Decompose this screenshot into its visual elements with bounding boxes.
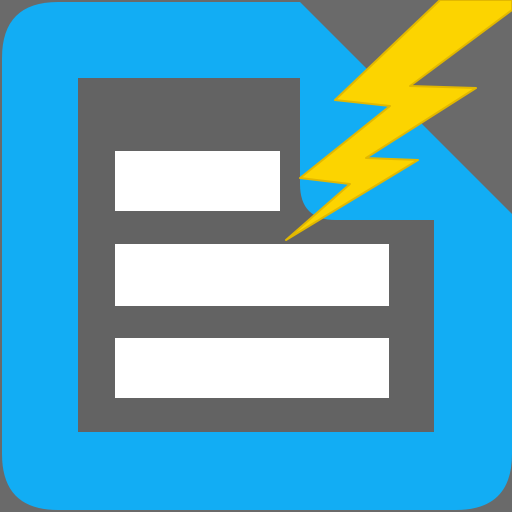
text-line <box>115 244 389 306</box>
text-line <box>115 151 280 211</box>
app-icon-artwork <box>2 0 512 510</box>
text-line <box>115 338 389 398</box>
app-icon <box>0 0 512 512</box>
